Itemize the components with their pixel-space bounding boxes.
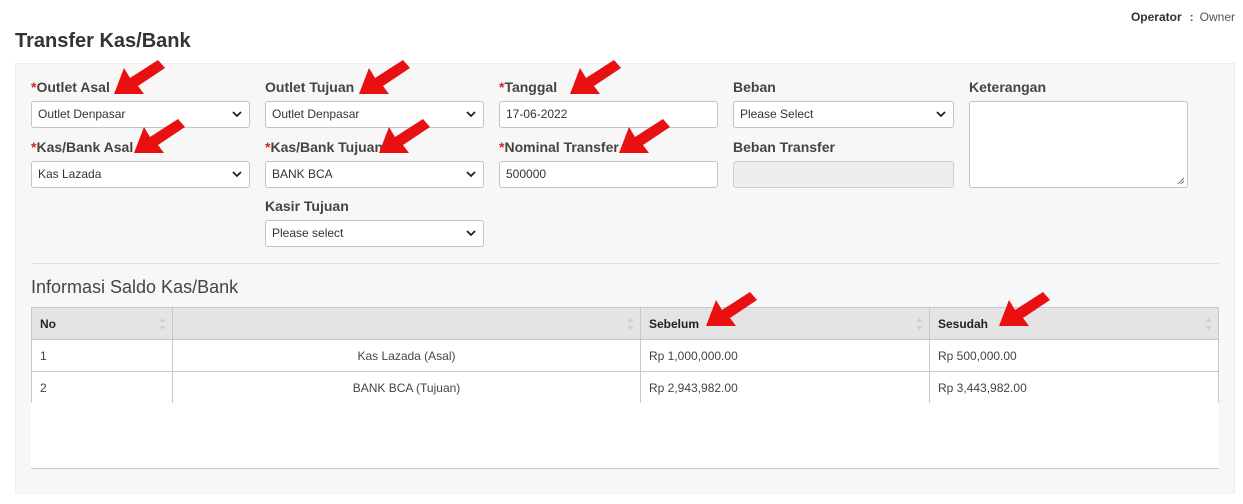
chevron-down-icon	[232, 111, 242, 118]
column-header-sesudah[interactable]: Sesudah	[929, 307, 1219, 340]
cell-sesudah: Rp 500,000.00	[929, 339, 1219, 372]
cell-no: 1	[31, 339, 173, 372]
sort-icon[interactable]	[627, 317, 634, 331]
outlet-tujuan-label: Outlet Tujuan	[265, 79, 355, 95]
chevron-down-icon	[936, 111, 946, 118]
cell-sesudah: Rp 3,443,982.00	[929, 371, 1219, 404]
keterangan-textarea[interactable]	[969, 101, 1188, 188]
operator-separator: :	[1189, 10, 1194, 24]
tanggal-value: 17-06-2022	[506, 107, 568, 121]
cell-name: BANK BCA (Tujuan)	[172, 371, 641, 404]
cell-sebelum: Rp 2,943,982.00	[640, 371, 930, 404]
beban-label: Beban	[733, 79, 776, 95]
kas-bank-asal-label: *Kas/Bank Asal	[31, 139, 134, 155]
kas-bank-tujuan-label: *Kas/Bank Tujuan	[265, 139, 383, 155]
outlet-tujuan-value: Outlet Denpasar	[272, 107, 360, 121]
kas-bank-tujuan-value: BANK BCA	[272, 167, 333, 181]
red-arrow-annotation	[619, 119, 670, 153]
beban-transfer-input	[733, 161, 954, 188]
tanggal-input[interactable]: 17-06-2022	[499, 101, 718, 128]
keterangan-label: Keterangan	[969, 79, 1047, 95]
outlet-asal-label: *Outlet Asal	[31, 79, 110, 95]
table-row: 2 BANK BCA (Tujuan) Rp 2,943,982.00 Rp 3…	[31, 371, 1219, 404]
beban-select[interactable]: Please Select	[733, 101, 954, 128]
nominal-transfer-label: *Nominal Transfer	[499, 139, 619, 155]
cell-sebelum: Rp 1,000,000.00	[640, 339, 930, 372]
tanggal-label: *Tanggal	[499, 79, 558, 95]
sort-icon[interactable]	[1205, 317, 1212, 331]
red-arrow-annotation	[570, 60, 621, 94]
cell-name: Kas Lazada (Asal)	[172, 339, 641, 372]
resize-grip-icon[interactable]	[1176, 176, 1185, 185]
chevron-down-icon	[232, 171, 242, 178]
chevron-down-icon	[466, 230, 476, 237]
table-footer-area	[31, 403, 1219, 469]
operator-info: Operator: Owner	[1131, 10, 1235, 24]
kas-bank-asal-select[interactable]: Kas Lazada	[31, 161, 250, 188]
red-arrow-annotation	[706, 292, 757, 326]
kas-bank-tujuan-select[interactable]: BANK BCA	[265, 161, 484, 188]
saldo-section-title: Informasi Saldo Kas/Bank	[31, 277, 239, 297]
chevron-down-icon	[466, 171, 476, 178]
red-arrow-annotation	[114, 60, 165, 94]
kas-bank-asal-value: Kas Lazada	[38, 167, 102, 181]
kasir-tujuan-value: Please select	[272, 226, 344, 240]
red-arrow-annotation	[999, 292, 1050, 326]
nominal-transfer-value: 500000	[506, 167, 547, 181]
beban-transfer-label: Beban Transfer	[733, 139, 835, 155]
column-header-sebelum[interactable]: Sebelum	[640, 307, 930, 340]
red-arrow-annotation	[379, 119, 430, 153]
cell-no: 2	[31, 371, 173, 404]
page-title: Transfer Kas/Bank	[15, 30, 191, 52]
sort-icon[interactable]	[159, 317, 166, 331]
red-arrow-annotation	[359, 60, 410, 94]
chevron-down-icon	[466, 111, 476, 118]
outlet-asal-value: Outlet Denpasar	[38, 107, 126, 121]
beban-value: Please Select	[740, 107, 814, 121]
column-header-name[interactable]	[172, 307, 641, 340]
red-arrow-annotation	[134, 119, 185, 153]
operator-value: Owner	[1199, 10, 1235, 24]
column-header-no[interactable]: No	[31, 307, 173, 340]
section-divider	[31, 263, 1219, 264]
operator-label: Operator	[1130, 10, 1182, 24]
kasir-tujuan-select[interactable]: Please select	[265, 220, 484, 247]
kasir-tujuan-label: Kasir Tujuan	[265, 198, 349, 214]
sort-icon[interactable]	[916, 317, 923, 331]
table-row: 1 Kas Lazada (Asal) Rp 1,000,000.00 Rp 5…	[31, 339, 1219, 372]
nominal-transfer-input[interactable]: 500000	[499, 161, 718, 188]
